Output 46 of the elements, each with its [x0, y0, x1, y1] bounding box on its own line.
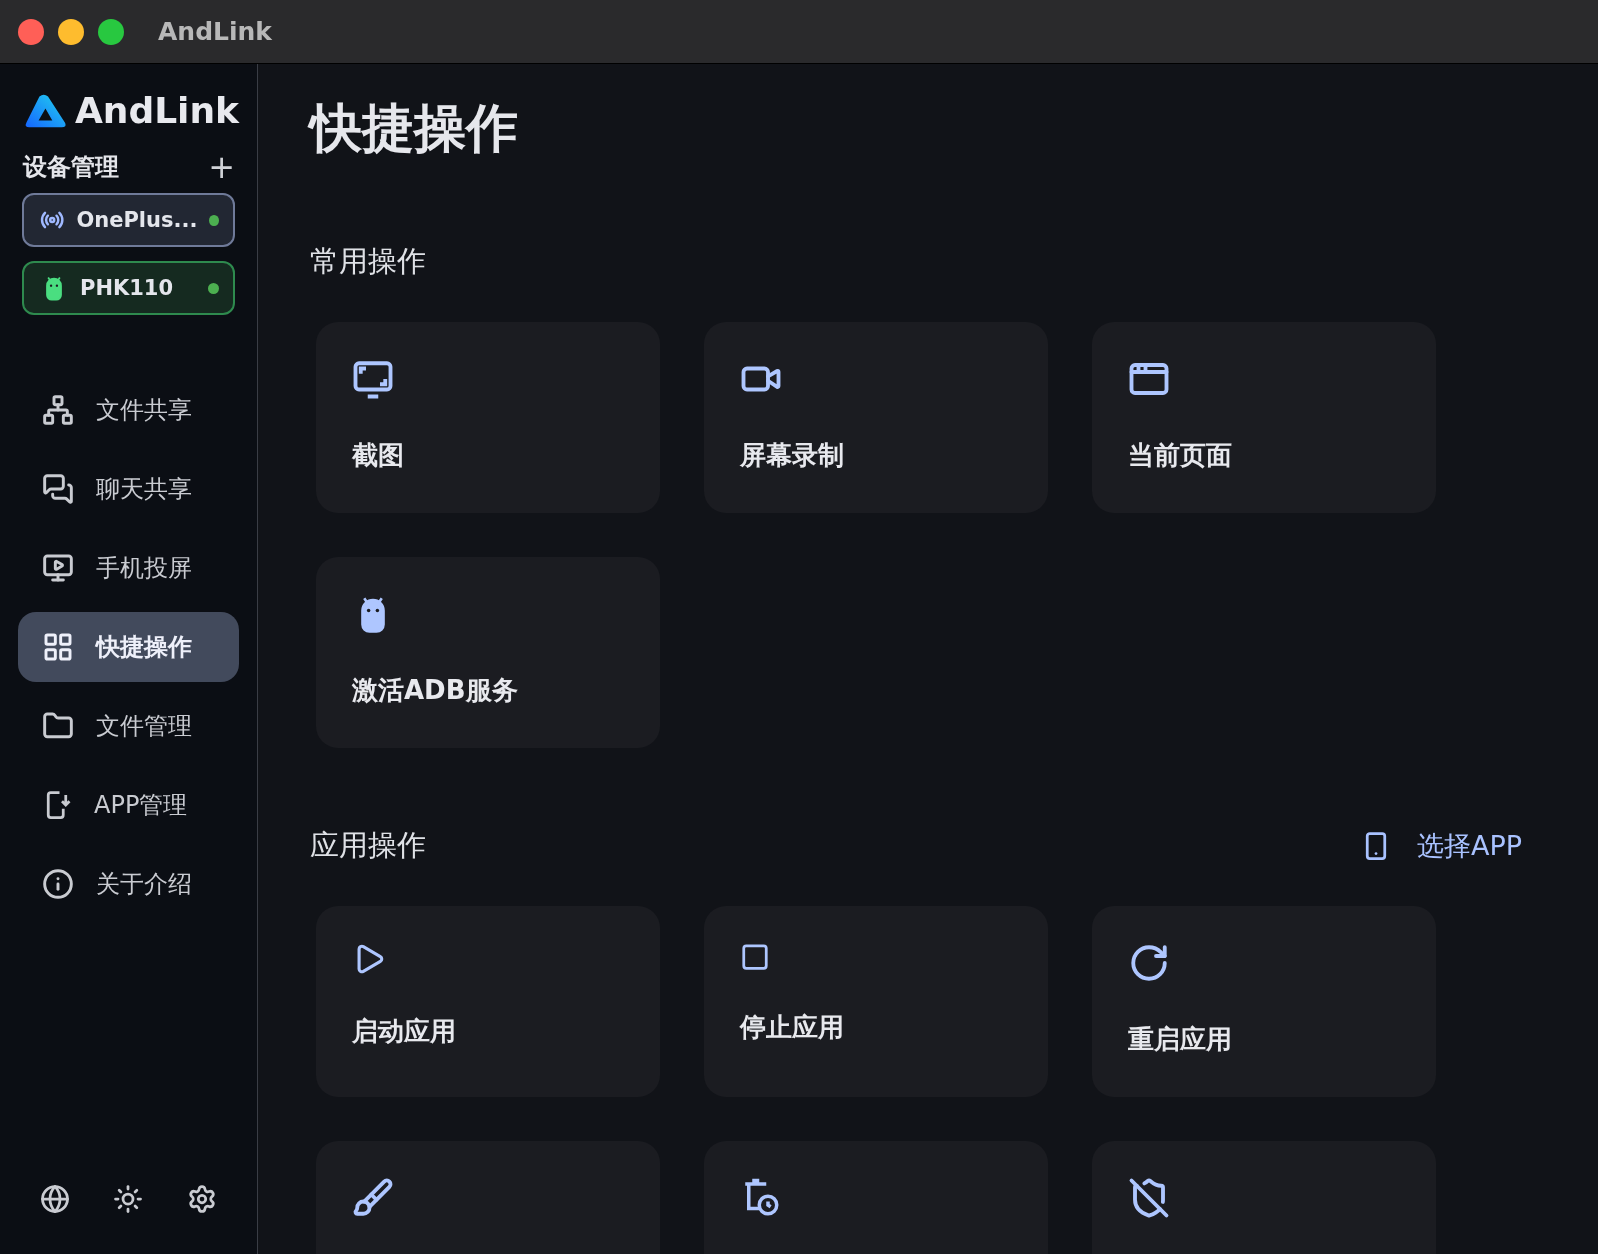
language-icon[interactable]: [39, 1184, 70, 1214]
nav-item[interactable]: 关于介绍: [18, 849, 239, 919]
add-button[interactable]: +: [204, 151, 239, 183]
nav-item[interactable]: 文件共享: [18, 375, 239, 445]
action-card[interactable]: 激活ADB服务: [316, 557, 660, 748]
action-label: 停止应用: [740, 1011, 845, 1044]
device-item[interactable]: PHK110: [22, 261, 235, 315]
app-name: AndLink: [74, 90, 239, 131]
device-item[interactable]: OnePlus...: [22, 193, 235, 247]
action-label: 重启应用: [1128, 1023, 1233, 1056]
nav-icon: [42, 631, 74, 663]
settings-icon[interactable]: [187, 1184, 218, 1214]
window-title: AndLink: [158, 17, 272, 46]
action-card[interactable]: 重启应用: [1092, 906, 1436, 1097]
nav-icon: [42, 473, 74, 505]
action-card[interactable]: 启动应用: [316, 906, 660, 1097]
nav-item[interactable]: APP管理: [18, 770, 239, 840]
select-app-button[interactable]: 选择APP: [1354, 827, 1528, 865]
action-label: 激活ADB服务: [352, 674, 519, 707]
action-card[interactable]: 停止应用: [704, 906, 1048, 1097]
action-label: 启动应用: [352, 1015, 457, 1048]
action-label: 截图: [352, 439, 405, 472]
nav-icon: [42, 394, 74, 426]
nav-item[interactable]: 快捷操作: [18, 612, 239, 682]
nav-item[interactable]: 聊天共享: [18, 454, 239, 524]
shield-off-icon: [1128, 1177, 1170, 1219]
screenshot-icon: [352, 358, 394, 400]
action-card[interactable]: 截图: [316, 322, 660, 513]
nav-icon: [42, 868, 74, 900]
sun-icon[interactable]: [113, 1184, 144, 1214]
close-button[interactable]: [18, 18, 44, 45]
restart-icon: [1128, 942, 1170, 984]
nav-item[interactable]: 文件管理: [18, 691, 239, 761]
section-heading: 常用操作: [310, 243, 426, 280]
section-heading: 应用操作: [310, 827, 426, 864]
nav-item[interactable]: 手机投屏: [18, 533, 239, 603]
nav-icon: [42, 552, 74, 584]
stop-icon: [740, 942, 770, 972]
action-label: 屏幕录制: [740, 439, 845, 472]
minimize-button[interactable]: [58, 18, 84, 45]
action-card[interactable]: 当前页面: [1092, 322, 1436, 513]
action-label: 当前页面: [1128, 439, 1233, 472]
section-heading: 设备管理: [23, 152, 119, 183]
brush-icon: [352, 1177, 394, 1219]
action-card[interactable]: 屏幕录制: [704, 322, 1048, 513]
zoom-button[interactable]: [98, 18, 124, 45]
